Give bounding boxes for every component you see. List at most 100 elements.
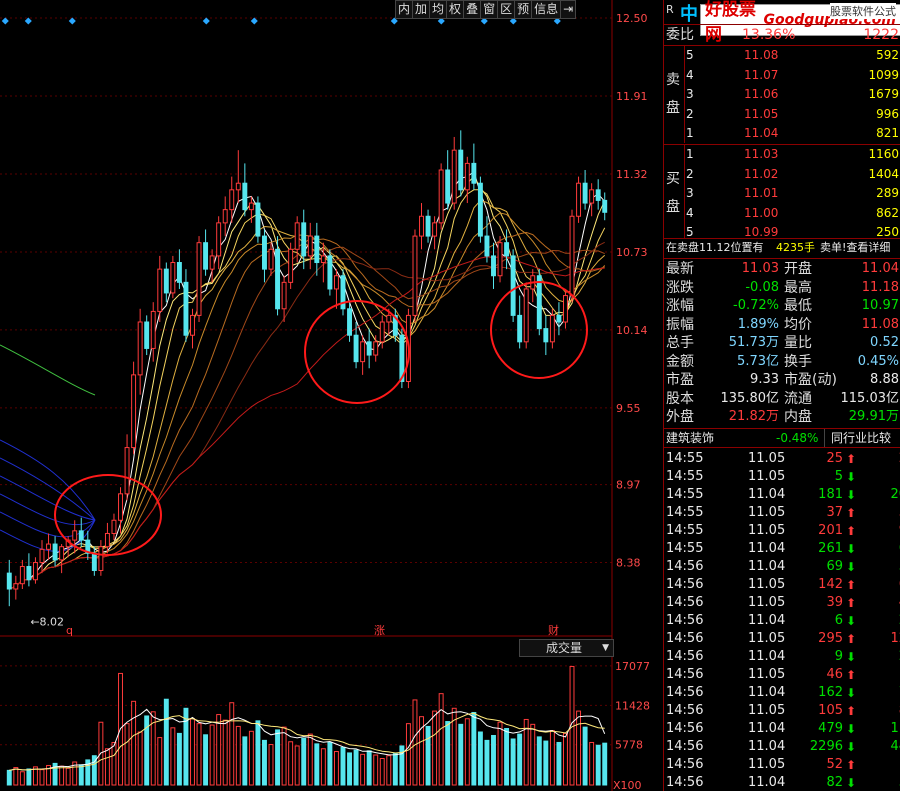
tick-time: 14:55 [666, 523, 704, 538]
tick-volume: 9 [834, 649, 843, 664]
candle-body [333, 275, 339, 290]
candle-body [386, 314, 392, 323]
order-book-row[interactable]: 1 11.04 821 [664, 124, 900, 142]
tick-row: 14:56 11.04 479⬇ 11 [664, 720, 900, 738]
order-book-row[interactable]: 5 11.08 592 [664, 46, 900, 64]
order-book-row[interactable]: 4 11.07 1099 [664, 66, 900, 84]
tick-time: 14:56 [666, 721, 704, 736]
candle-body [91, 552, 97, 571]
volume-bar [491, 734, 496, 786]
volume-bar [471, 711, 477, 786]
order-book-row[interactable]: 3 11.06 1679 [664, 85, 900, 103]
tick-price: 11.04 [748, 721, 786, 736]
quote-l2: 最高 [784, 279, 812, 296]
watermark-formula: 股票软件公式 [830, 3, 896, 19]
order-book-row[interactable]: 4 11.00 862 [664, 204, 900, 222]
price-chart[interactable]: ←8.02 12.50 11.91 11.32 10.73 10.14 9.55 8.97 8… [0, 0, 662, 791]
candle-body [268, 248, 274, 270]
candle-body [235, 182, 241, 191]
tick-row: 14:5611.05142⬆6 [664, 576, 900, 594]
tick-extra: 44 [890, 739, 900, 754]
quote-v2: 11.08 [861, 316, 899, 332]
vol: 1160 [868, 147, 899, 161]
candle-body [72, 530, 78, 541]
quote-l1: 总手 [666, 335, 694, 351]
candle-body [104, 532, 110, 548]
tick-volume: 105 [818, 703, 843, 718]
wei-cha-value: 1222 [863, 27, 899, 43]
volume-bar [549, 730, 555, 786]
quote-row: 外盘 21.82万 内盘 29.91万 [664, 408, 900, 426]
order-book-row[interactable]: 3 11.01 289 [664, 184, 900, 202]
volume-bar [576, 710, 582, 786]
volume-indicator-label: 成交量 [546, 641, 583, 655]
toolbar-button-7[interactable]: 预 [514, 0, 533, 19]
industry-compare-button[interactable]: 同行业比较 [824, 429, 891, 447]
candle-body [419, 215, 424, 237]
candle-body [248, 202, 254, 211]
tick-extra: 12 [890, 631, 900, 646]
toolbar-button-0[interactable]: 内 [395, 0, 414, 19]
candle-body [196, 242, 202, 316]
price: 11.08 [744, 48, 779, 62]
arrow-up-icon: ⬆ [846, 704, 857, 718]
tick-volume: 2296 [809, 739, 843, 754]
tick-price: 11.05 [748, 631, 786, 646]
tick-price: 11.04 [748, 775, 786, 790]
tick-row: 14:5611.05105⬆8 [664, 702, 900, 720]
tick-row: 14:5611.046⬇2 [664, 612, 900, 630]
candle-body [294, 222, 300, 250]
candle-body [464, 162, 470, 191]
volume-bar [281, 726, 287, 786]
order-book-row[interactable]: 2 11.05 996 [664, 105, 900, 123]
tick-time: 14:56 [666, 631, 704, 646]
toolbar-button-6[interactable]: 区 [497, 0, 516, 19]
candle-body [39, 548, 45, 564]
volume-bar [262, 739, 267, 786]
vol: 1679 [868, 87, 899, 101]
toolbar-button-4[interactable]: 叠 [463, 0, 482, 19]
volume-bar [124, 723, 130, 786]
volume-bar [170, 727, 176, 786]
candle-body [353, 334, 359, 363]
volume-bar [111, 741, 117, 786]
volume-bar [294, 745, 300, 786]
order-book-row[interactable]: 2 11.02 1404 [664, 165, 900, 183]
toolbar-button-1[interactable]: 加 [412, 0, 431, 19]
quote-l1: 股本 [666, 390, 694, 407]
volume-bar [196, 723, 202, 786]
candle-body [111, 519, 117, 534]
candle-body [438, 169, 444, 224]
tick-time: 14:56 [666, 703, 704, 718]
volume-bar [517, 733, 523, 786]
price: 11.03 [744, 147, 779, 161]
candle-body [379, 321, 385, 343]
volume-bar [373, 754, 379, 786]
tick-volume: 46 [826, 667, 843, 682]
big-order-notice[interactable]: 在卖盘11.12位置有 4235手 卖单!查看详细 [664, 239, 900, 257]
candle-body [543, 328, 549, 343]
tick-volume: 479 [818, 721, 843, 736]
candle-body [255, 202, 261, 237]
industry-row[interactable]: 建筑装饰 -0.48% 同行业比较 [664, 429, 900, 447]
volume-indicator-select[interactable]: 成交量 ▼ [519, 639, 614, 657]
toolbar-button-5[interactable]: 窗 [480, 0, 499, 19]
volume-bar [229, 702, 235, 786]
quote-v1: -0.72% [733, 298, 779, 313]
volume-bar [432, 710, 438, 786]
tick-row: 14:5511.04261⬇6 [664, 540, 900, 558]
toolbar-button-8[interactable]: 信息 [531, 0, 562, 19]
toolbar-button-3[interactable]: 权 [446, 0, 465, 19]
toolbar-button-9[interactable]: ⇥ [560, 0, 577, 19]
volume-bar [235, 725, 241, 786]
quote-l2: 量比 [784, 335, 812, 351]
candle-body [412, 235, 418, 316]
toolbar-button-2[interactable]: 均 [429, 0, 448, 19]
volume-bar [360, 753, 366, 786]
volume-bar [6, 769, 12, 786]
price-tick-label: 10.73 [616, 246, 648, 259]
volume-bar [340, 746, 346, 786]
order-book-row[interactable]: 1 11.03 1160 [664, 145, 900, 163]
candle-body [582, 182, 588, 204]
candle-body [288, 248, 294, 283]
